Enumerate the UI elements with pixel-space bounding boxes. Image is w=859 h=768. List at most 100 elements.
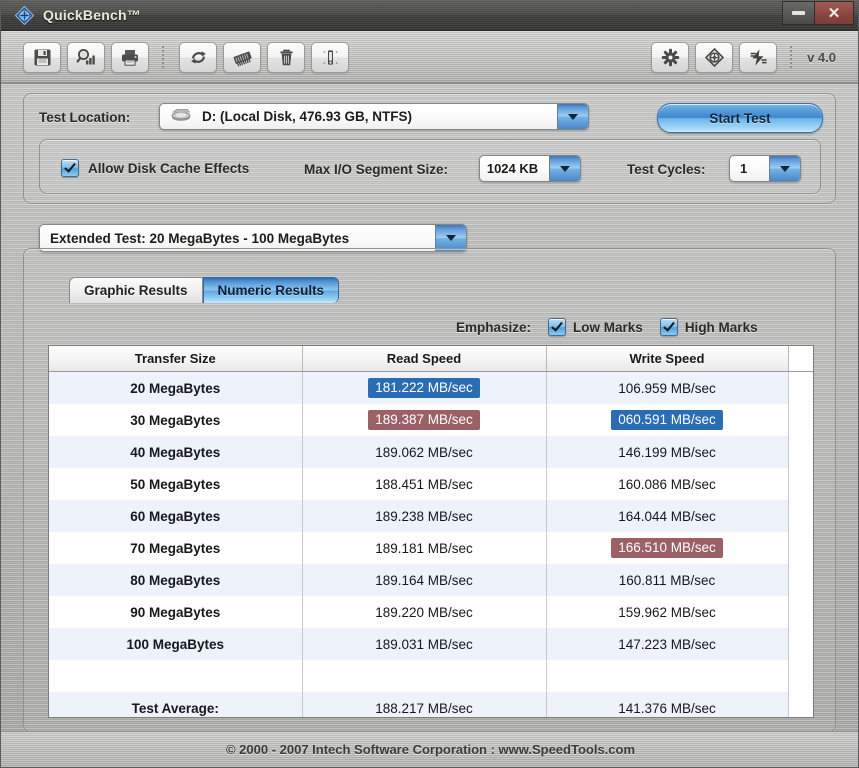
tab-graphic-results-label: Graphic Results xyxy=(84,283,188,298)
table-row[interactable]: 50 MegaBytes188.451 MB/sec160.086 MB/sec xyxy=(49,468,813,500)
cell-transfer-size: Test Average: xyxy=(49,692,302,718)
speedtools-button[interactable] xyxy=(739,42,777,73)
test-location-select[interactable]: D: (Local Disk, 476.93 GB, NTFS) xyxy=(159,103,589,130)
low-marks-checkbox-row[interactable]: Low Marks xyxy=(548,318,643,336)
chevron-down-icon[interactable] xyxy=(557,104,588,129)
cell-spacer xyxy=(788,436,813,468)
drive-info-button[interactable] xyxy=(311,42,349,73)
disk-icon xyxy=(170,108,192,125)
cell-write-speed: 166.510 MB/sec xyxy=(546,532,788,564)
column-header-transfer-size[interactable]: Transfer Size xyxy=(49,346,302,372)
footer: © 2000 - 2007 Intech Software Corporatio… xyxy=(1,731,859,767)
table-row[interactable]: Test Average:188.217 MB/sec141.376 MB/se… xyxy=(49,692,813,718)
high-marks-checkbox[interactable] xyxy=(660,318,678,336)
tab-numeric-results-label: Numeric Results xyxy=(218,283,325,298)
segment-size-select[interactable]: 1024 KB xyxy=(479,155,581,182)
table-header: Transfer Size Read Speed Write Speed xyxy=(49,346,813,372)
high-marks-label: High Marks xyxy=(685,320,758,335)
cell-transfer-size: 40 MegaBytes xyxy=(49,436,302,468)
footer-text: © 2000 - 2007 Intech Software Corporatio… xyxy=(226,742,635,757)
memory-button[interactable] xyxy=(223,42,261,73)
table-row[interactable]: 100 MegaBytes189.031 MB/sec147.223 MB/se… xyxy=(49,628,813,660)
cell-write-speed: 060.591 MB/sec xyxy=(546,404,788,436)
print-button[interactable] xyxy=(111,42,149,73)
cell-read-speed: 181.222 MB/sec xyxy=(302,372,546,405)
cell-write-speed: 160.811 MB/sec xyxy=(546,564,788,596)
cell-spacer xyxy=(788,660,813,692)
about-button[interactable] xyxy=(695,42,733,73)
table-row[interactable]: 20 MegaBytes181.222 MB/sec106.959 MB/sec xyxy=(49,372,813,405)
results-table-container[interactable]: Transfer Size Read Speed Write Speed 20 … xyxy=(48,345,814,718)
refresh-button[interactable] xyxy=(179,42,217,73)
cell-transfer-size: 20 MegaBytes xyxy=(49,372,302,405)
cell-read-speed: 188.451 MB/sec xyxy=(302,468,546,500)
test-cycles-label: Test Cycles: xyxy=(627,162,706,177)
cell-read-speed: 189.387 MB/sec xyxy=(302,404,546,436)
close-icon: ✕ xyxy=(828,6,841,21)
start-test-button[interactable]: Start Test xyxy=(657,103,823,133)
tab-numeric-results[interactable]: Numeric Results xyxy=(203,277,340,303)
cell-read-speed: 189.220 MB/sec xyxy=(302,596,546,628)
quickbench-window: QuickBench™ ✕ xyxy=(0,0,859,768)
low-mark-badge: 060.591 MB/sec xyxy=(611,410,723,430)
gear-icon xyxy=(661,48,680,67)
low-marks-label: Low Marks xyxy=(573,320,643,335)
column-header-spacer xyxy=(788,346,813,372)
cell-read-speed: 188.217 MB/sec xyxy=(302,692,546,718)
window-controls: ✕ xyxy=(782,1,854,25)
column-header-write-speed[interactable]: Write Speed xyxy=(546,346,788,372)
minimize-icon xyxy=(792,11,805,15)
toolbar-separator-2 xyxy=(790,46,792,68)
low-marks-checkbox[interactable] xyxy=(548,318,566,336)
version-label: v 4.0 xyxy=(807,50,836,65)
cell-read-speed: 189.062 MB/sec xyxy=(302,436,546,468)
ram-module-icon xyxy=(232,48,253,67)
table-row[interactable]: 70 MegaBytes189.181 MB/sec166.510 MB/sec xyxy=(49,532,813,564)
column-header-read-speed[interactable]: Read Speed xyxy=(302,346,546,372)
low-mark-badge: 181.222 MB/sec xyxy=(368,378,480,398)
close-button[interactable]: ✕ xyxy=(814,1,854,25)
cell-write-speed: 141.376 MB/sec xyxy=(546,692,788,718)
cell-write-speed: 160.086 MB/sec xyxy=(546,468,788,500)
table-row[interactable]: 30 MegaBytes189.387 MB/sec060.591 MB/sec xyxy=(49,404,813,436)
results-table: Transfer Size Read Speed Write Speed 20 … xyxy=(49,346,813,718)
allow-cache-checkbox[interactable] xyxy=(61,159,79,177)
cell-transfer-size: 100 MegaBytes xyxy=(49,628,302,660)
delete-button[interactable] xyxy=(267,42,305,73)
compass-icon xyxy=(705,48,724,67)
table-row[interactable]: 90 MegaBytes189.220 MB/sec159.962 MB/sec xyxy=(49,596,813,628)
preferences-button[interactable] xyxy=(651,42,689,73)
test-cycles-select[interactable]: 1 xyxy=(729,155,801,182)
toolbar: v 4.0 xyxy=(1,31,858,84)
table-row[interactable]: 80 MegaBytes189.164 MB/sec160.811 MB/sec xyxy=(49,564,813,596)
table-header-row: Transfer Size Read Speed Write Speed xyxy=(49,346,813,372)
high-mark-badge: 189.387 MB/sec xyxy=(368,410,480,430)
high-marks-checkbox-row[interactable]: High Marks xyxy=(660,318,758,336)
allow-cache-checkbox-row[interactable]: Allow Disk Cache Effects xyxy=(61,159,249,177)
chevron-down-icon[interactable] xyxy=(769,156,800,181)
emphasize-controls: Emphasize: Low Marks High Marks xyxy=(456,318,758,336)
cell-spacer xyxy=(788,468,813,500)
cell-write-speed: 146.199 MB/sec xyxy=(546,436,788,468)
cell-read-speed: 189.181 MB/sec xyxy=(302,532,546,564)
cell-write-speed xyxy=(546,660,788,692)
table-row[interactable]: 40 MegaBytes189.062 MB/sec146.199 MB/sec xyxy=(49,436,813,468)
compass-diamond-icon xyxy=(15,6,34,25)
table-row[interactable]: 60 MegaBytes189.238 MB/sec164.044 MB/sec xyxy=(49,500,813,532)
chevron-down-icon[interactable] xyxy=(549,156,580,181)
cell-read-speed xyxy=(302,660,546,692)
segment-size-value: 1024 KB xyxy=(480,161,549,176)
cell-write-speed: 159.962 MB/sec xyxy=(546,596,788,628)
floppy-disk-icon xyxy=(33,48,52,67)
cell-spacer xyxy=(788,372,813,405)
segment-size-label: Max I/O Segment Size: xyxy=(304,162,448,177)
cell-spacer xyxy=(788,692,813,718)
emphasize-label: Emphasize: xyxy=(456,320,531,335)
tab-graphic-results[interactable]: Graphic Results xyxy=(69,277,203,303)
high-mark-badge: 166.510 MB/sec xyxy=(611,538,723,558)
minimize-button[interactable] xyxy=(782,1,814,25)
save-button[interactable] xyxy=(23,42,61,73)
title-bar: QuickBench™ ✕ xyxy=(1,0,858,31)
analyze-button[interactable] xyxy=(67,42,105,73)
table-row[interactable] xyxy=(49,660,813,692)
